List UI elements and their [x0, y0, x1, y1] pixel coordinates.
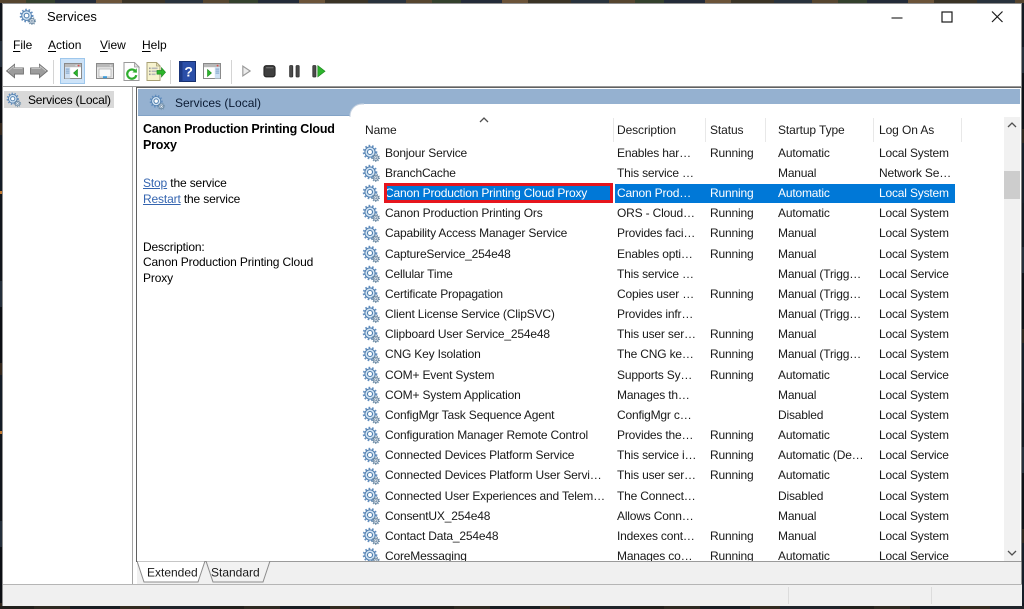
svg-text:Extended: Extended [147, 566, 198, 580]
svg-text:Standard: Standard [211, 566, 260, 580]
svg-text:?: ? [184, 64, 193, 80]
